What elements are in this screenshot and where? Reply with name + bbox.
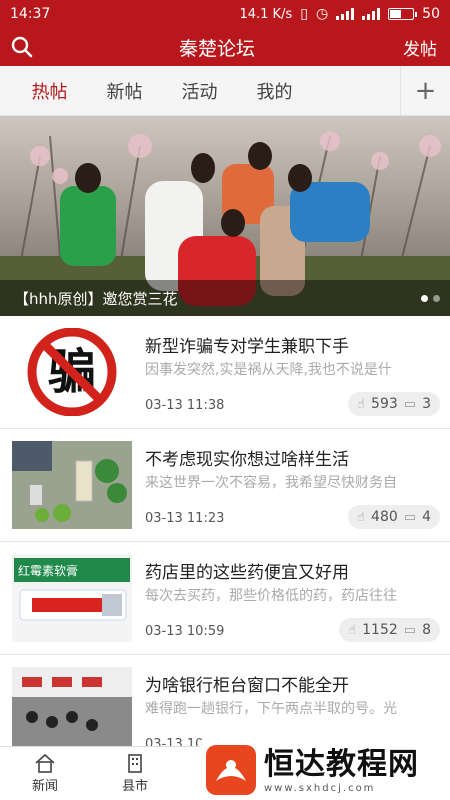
post-time: 03-13 11:38	[145, 398, 225, 413]
app-title: 秦楚论坛	[178, 37, 255, 60]
status-bar: 14:37 14.1 K/s ▯ ◷ 50	[0, 0, 450, 28]
hand-icon: ☝	[357, 396, 366, 412]
post-title: 药店里的这些药便宜又好用	[145, 563, 349, 583]
post-summary: 因事发突然,实是祸从天降,我也不说是什	[145, 362, 392, 378]
watermark-url: www.sxhdcj.com	[264, 782, 376, 794]
add-tab-button[interactable]: +	[400, 66, 450, 116]
vibrate-icon: ▯	[300, 6, 308, 22]
carousel-dot	[421, 295, 428, 302]
post-list: 骗 新型诈骗专对学生兼职下手 因事发突然,实是祸从天降,我也不说是什 03-13…	[0, 316, 450, 768]
alarm-icon: ◷	[315, 6, 329, 22]
post-thumbnail: 骗	[12, 328, 132, 416]
comment-icon: ▭	[403, 622, 417, 638]
network-speed: 14.1 K/s	[239, 6, 293, 22]
post-title: 不考虑现实你想过啥样生活	[145, 450, 349, 470]
banner-caption: 【hhh原创】邀您赏三花	[14, 289, 178, 308]
post-stats: ☝ 480 ▭ 4	[348, 505, 440, 529]
tabbar-label: 新闻	[31, 779, 58, 794]
search-icon	[11, 36, 33, 58]
post-button[interactable]: 发帖	[390, 35, 450, 60]
tab-mine[interactable]: 我的	[237, 78, 312, 104]
post-time: 03-13 11:23	[145, 511, 225, 526]
view-count: 480	[371, 509, 398, 525]
list-item[interactable]: 不考虑现实你想过啥样生活 来这世界一次不容易，我希望尽快财务自 03-13 11…	[0, 429, 450, 542]
building-icon	[128, 754, 142, 773]
post-title: 为啥银行柜台窗口不能全开	[145, 676, 349, 696]
banner-caption-bar: 【hhh原创】邀您赏三花	[0, 280, 450, 316]
post-stats: ☝ 1152 ▭ 8	[339, 618, 440, 642]
battery-level: 50	[422, 6, 440, 22]
tabbar-news[interactable]: 新闻	[0, 747, 90, 800]
signal-icon	[336, 8, 355, 20]
watermark-logo-icon	[206, 745, 256, 795]
app-header: 秦楚论坛 发帖	[0, 28, 450, 66]
hand-icon: ☝	[357, 509, 366, 525]
post-summary: 难得跑一趟银行，下午两点半取的号。光	[145, 701, 397, 717]
banner-carousel[interactable]: 【hhh原创】邀您赏三花	[0, 116, 450, 316]
home-icon	[35, 753, 55, 773]
signal-icon-2	[362, 8, 381, 20]
tabbar-county[interactable]: 县市	[90, 747, 180, 800]
comment-count: 8	[422, 622, 431, 638]
post-time: 03-13 10:59	[145, 624, 225, 639]
category-tabs: 热帖 新帖 活动 我的 +	[0, 66, 450, 116]
post-thumbnail	[12, 667, 132, 755]
comment-count: 4	[422, 509, 431, 525]
tab-new[interactable]: 新帖	[87, 78, 162, 104]
view-count: 1152	[362, 622, 398, 638]
tab-hot[interactable]: 热帖	[12, 78, 87, 104]
post-stats: ☝ 593 ▭ 3	[348, 392, 440, 416]
carousel-dot	[433, 295, 440, 302]
battery-icon	[388, 8, 418, 20]
post-summary: 来这世界一次不容易，我希望尽快财务自	[145, 475, 397, 491]
comment-icon: ▭	[403, 396, 417, 412]
comment-count: 3	[422, 396, 431, 412]
post-summary: 每次去买药，那些价格低的药，药店往往	[145, 588, 397, 604]
search-button[interactable]	[0, 28, 44, 66]
watermark: 恒达教程网 www.sxhdcj.com	[200, 740, 450, 800]
post-thumbnail: 红霉素软膏	[12, 554, 132, 642]
status-time: 14:37	[10, 6, 51, 22]
carousel-dots	[421, 295, 440, 302]
hand-icon: ☝	[348, 622, 357, 638]
tabbar-label: 县市	[121, 779, 148, 794]
comment-icon: ▭	[403, 509, 417, 525]
view-count: 593	[371, 396, 398, 412]
thumb-text: 红霉素软膏	[18, 563, 78, 578]
list-item[interactable]: 红霉素软膏 药店里的这些药便宜又好用 每次去买药，那些价格低的药，药店往往 03…	[0, 542, 450, 655]
tab-events[interactable]: 活动	[162, 78, 237, 104]
watermark-text: 恒达教程网	[264, 746, 419, 782]
post-thumbnail	[12, 441, 132, 529]
list-item[interactable]: 骗 新型诈骗专对学生兼职下手 因事发突然,实是祸从天降,我也不说是什 03-13…	[0, 316, 450, 429]
post-title: 新型诈骗专对学生兼职下手	[145, 337, 349, 357]
status-icons: 14.1 K/s ▯ ◷ 50	[239, 6, 440, 22]
